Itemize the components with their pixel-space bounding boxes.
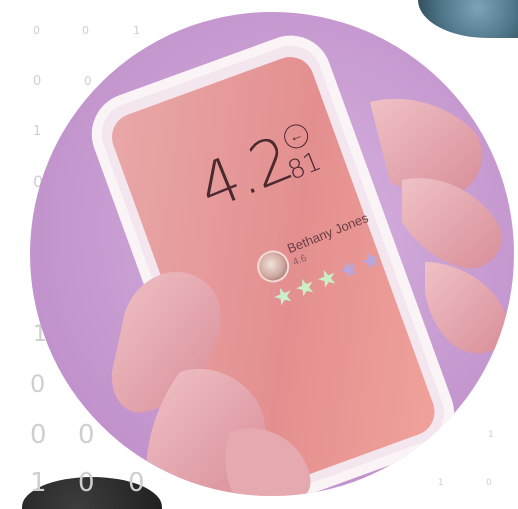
star-rating: ★★★★★	[269, 243, 389, 312]
lockscreen-time: 4.2	[187, 121, 301, 225]
back-arrow-icon: ←	[280, 120, 312, 152]
profile-score: 4.6	[291, 252, 309, 269]
profile-name: Bethany Jones	[284, 210, 371, 257]
phone-photo-circle: 4.2 ← 81 Bethany Jones 4.6 ★★★★★	[30, 12, 514, 496]
lockscreen-overlay: 4.2 ← 81 Bethany Jones 4.6 ★★★★★	[30, 12, 514, 496]
